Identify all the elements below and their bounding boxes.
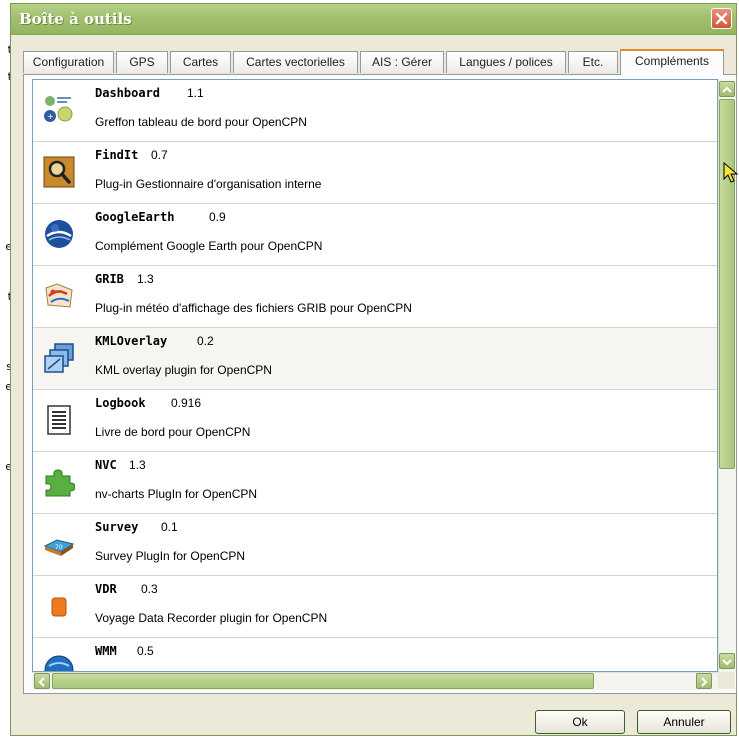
plugin-item-kmloverlay[interactable]: KMLOverlay 0.2 KML overlay plugin for Op…	[33, 328, 717, 390]
plugin-description: Survey PlugIn for OpenCPN	[95, 549, 246, 563]
complements-panel: + Dashboard 1.1 Greffon tableau de bord …	[23, 74, 737, 694]
recorder-icon	[51, 597, 67, 617]
plugin-version: 0.9	[209, 210, 226, 224]
plugin-description: Plug-in Gestionnaire d'organisation inte…	[95, 177, 322, 191]
tab-ais-gerer[interactable]: AIS : Gérer	[360, 51, 444, 73]
close-button[interactable]	[711, 8, 732, 29]
cancel-button[interactable]: Annuler	[637, 710, 731, 734]
plugin-description: Greffon tableau de bord pour OpenCPN	[95, 115, 307, 129]
tab-gps[interactable]: GPS	[116, 51, 168, 73]
plugin-version: 0.1	[161, 520, 178, 534]
window-title: Boîte à outils	[19, 10, 132, 28]
plugin-version: 0.5	[137, 644, 154, 658]
plugin-description: Voyage Data Recorder plugin for OpenCPN	[95, 611, 328, 625]
overlay-windows-icon	[44, 343, 74, 373]
puzzle-piece-icon	[45, 469, 75, 497]
tab-etc[interactable]: Etc.	[568, 51, 618, 73]
tab-cartes[interactable]: Cartes	[170, 51, 231, 73]
scrollbar-corner	[718, 672, 735, 689]
plugin-item-vdr[interactable]: VDR 0.3 Voyage Data Recorder plugin for …	[33, 576, 717, 638]
tab-configuration[interactable]: Configuration	[23, 51, 114, 73]
scroll-left-button[interactable]	[34, 673, 50, 689]
plugin-item-googleearth[interactable]: GoogleEarth 0.9 Complément Google Earth …	[33, 204, 717, 266]
globe-icon	[44, 655, 74, 671]
plugin-description: Livre de bord pour OpenCPN	[95, 425, 251, 439]
globe-icon	[45, 220, 73, 248]
svg-text:70: 70	[55, 544, 63, 551]
plugin-item-nvc[interactable]: NVC 1.3 nv-charts PlugIn for OpenCPN	[33, 452, 717, 514]
mouse-pointer-icon	[723, 162, 739, 183]
plugin-list: + Dashboard 1.1 Greffon tableau de bord …	[32, 79, 718, 672]
chevron-left-icon	[38, 677, 45, 687]
scroll-right-button[interactable]	[696, 673, 712, 689]
plugin-name: Survey	[95, 520, 139, 534]
plugin-description: KML overlay plugin for OpenCPN	[95, 363, 272, 377]
chevron-right-icon	[701, 677, 708, 687]
scroll-up-button[interactable]	[719, 81, 735, 97]
plugin-version: 1.1	[187, 86, 204, 100]
plugin-version: 1.3	[129, 458, 146, 472]
title-bar[interactable]: Boîte à outils	[11, 4, 736, 35]
toolbox-dialog: Boîte à outils Configuration GPS Cartes …	[10, 3, 739, 736]
plugin-name: GRIB	[95, 272, 124, 286]
survey-map-icon: 70	[43, 539, 75, 556]
close-icon	[715, 12, 728, 25]
scroll-down-button[interactable]	[719, 653, 735, 669]
plugin-item-wmm[interactable]: WMM 0.5	[33, 638, 717, 671]
chevron-down-icon	[722, 659, 732, 666]
horizontal-scroll-thumb[interactable]	[52, 673, 594, 689]
plugin-item-dashboard[interactable]: + Dashboard 1.1 Greffon tableau de bord …	[33, 80, 717, 142]
plugin-name: NVC	[95, 458, 117, 472]
magnifier-icon	[43, 156, 75, 188]
plugin-name: Logbook	[95, 396, 146, 410]
plugin-name: WMM	[95, 644, 117, 658]
document-icon	[47, 405, 71, 435]
weather-map-icon	[45, 283, 73, 308]
plugin-description: nv-charts PlugIn for OpenCPN	[95, 487, 258, 501]
plugin-name: Dashboard	[95, 86, 161, 100]
plugin-version: 0.7	[151, 148, 168, 162]
svg-text:+: +	[47, 112, 54, 121]
horizontal-scrollbar[interactable]	[32, 672, 718, 690]
plugin-description: Complément Google Earth pour OpenCPN	[95, 239, 323, 253]
plugin-item-grib[interactable]: GRIB 1.3 Plug-in météo d'affichage des f…	[33, 266, 717, 328]
plugin-item-survey[interactable]: 70 Survey 0.1 Survey PlugIn for OpenCPN	[33, 514, 717, 576]
plugin-name: GoogleEarth	[95, 210, 175, 224]
tab-langues-polices[interactable]: Langues / polices	[446, 51, 566, 73]
tab-cartes-vectorielles[interactable]: Cartes vectorielles	[233, 51, 358, 73]
tab-complements[interactable]: Compléments	[620, 49, 724, 75]
vertical-scroll-thumb[interactable]	[719, 99, 735, 469]
dashboard-icon: +	[44, 96, 73, 122]
plugin-version: 1.3	[137, 272, 154, 286]
plugin-description: Plug-in météo d'affichage des fichiers G…	[95, 301, 412, 315]
plugin-version: 0.916	[171, 396, 202, 410]
plugin-name: FindIt	[95, 148, 139, 162]
plugin-version: 0.3	[141, 582, 158, 596]
plugin-version: 0.2	[197, 334, 214, 348]
ok-button[interactable]: Ok	[535, 710, 625, 734]
plugin-item-findit[interactable]: FindIt 0.7 Plug-in Gestionnaire d'organi…	[33, 142, 717, 204]
plugin-name: VDR	[95, 582, 117, 596]
chevron-up-icon	[722, 86, 732, 93]
plugin-item-logbook[interactable]: Logbook 0.916 Livre de bord pour OpenCPN	[33, 390, 717, 452]
plugin-name: KMLOverlay	[95, 334, 168, 348]
